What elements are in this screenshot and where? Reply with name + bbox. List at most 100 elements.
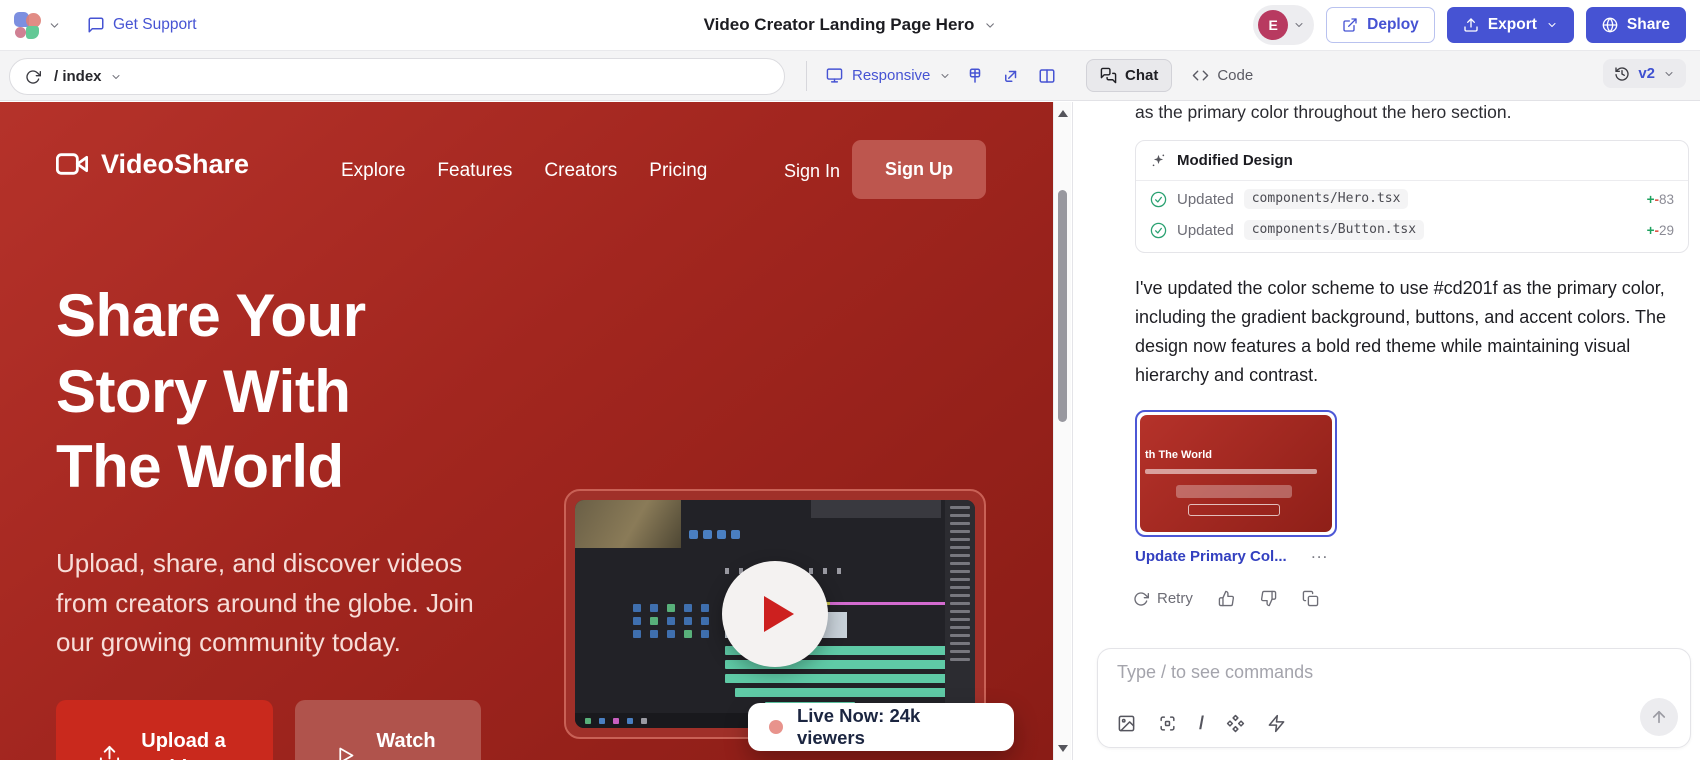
play-outline-icon [335, 745, 356, 760]
topbar-actions: E Deploy Export [1253, 5, 1686, 45]
export-button[interactable]: Export [1447, 7, 1574, 43]
lightning-icon[interactable] [1267, 714, 1286, 733]
tab-chat[interactable]: Chat [1086, 59, 1172, 92]
panel-tabs: Chat Code [1086, 51, 1253, 100]
thumbs-down-button[interactable] [1260, 590, 1277, 607]
get-support-label: Get Support [113, 16, 197, 34]
sign-in-link[interactable]: Sign In [784, 161, 840, 182]
get-support-button[interactable]: Get Support [87, 16, 197, 34]
video-camera-icon [56, 148, 88, 180]
retry-icon [1133, 591, 1149, 607]
live-dot-icon [769, 720, 783, 734]
url-bar[interactable]: / index [9, 58, 785, 95]
attach-image-icon[interactable] [1117, 714, 1136, 733]
live-now-label: Live Now: 24k viewers [797, 705, 993, 749]
share-label: Share [1627, 16, 1670, 34]
thumbnail-mini-headline: th The World [1145, 449, 1212, 461]
hero-nav-creators[interactable]: Creators [544, 160, 617, 182]
version-thumbnail-preview: th The World [1140, 415, 1332, 532]
play-button[interactable] [722, 561, 828, 667]
sign-up-label: Sign Up [885, 159, 953, 180]
modified-design-card: Modified Design Updated components/Hero.… [1135, 140, 1689, 253]
send-button[interactable] [1640, 698, 1678, 736]
top-bar: Get Support Video Creator Landing Page H… [0, 0, 1700, 50]
diff-count: +-83 [1647, 192, 1674, 207]
workspace-switcher[interactable] [14, 12, 61, 39]
version-selector[interactable]: v2 [1603, 59, 1686, 88]
route-selector[interactable]: / index [54, 68, 122, 85]
sign-up-button[interactable]: Sign Up [852, 140, 986, 199]
deploy-button[interactable]: Deploy [1326, 7, 1435, 43]
open-in-new-tab-icon[interactable] [1002, 67, 1020, 85]
code-icon [1192, 67, 1209, 84]
assistant-message: I've updated the color scheme to use #cd… [1135, 274, 1695, 391]
hero-nav-features[interactable]: Features [437, 160, 512, 182]
watch-now-button[interactable]: Watch Now [295, 700, 481, 760]
chevron-down-icon [110, 71, 122, 83]
upload-video-label: Upload a Video [136, 728, 232, 760]
share-button[interactable]: Share [1586, 7, 1686, 43]
previous-message-tail: as the primary color throughout the hero… [1135, 102, 1511, 123]
chat-composer[interactable]: / [1097, 648, 1691, 748]
device-mode-selector[interactable]: Responsive [826, 51, 951, 100]
split-view-icon[interactable] [1038, 67, 1056, 85]
toolbar-icon-group [966, 51, 1056, 100]
scrollbar-thumb[interactable] [1058, 190, 1067, 422]
composer-toolbar: / [1117, 713, 1286, 734]
copy-icon [1302, 590, 1319, 607]
hero-headline: Share Your Story With The World [56, 278, 366, 505]
hero-video-card [564, 489, 986, 739]
scroll-up-arrow-icon[interactable] [1058, 110, 1068, 117]
chevron-down-icon [48, 19, 61, 32]
scroll-down-arrow-icon[interactable] [1058, 745, 1068, 752]
modified-design-title: Modified Design [1177, 152, 1293, 169]
hero-brand-name: VideoShare [101, 149, 249, 180]
preview-toolbar: / index Responsive [0, 50, 1700, 101]
preview-scrollbar[interactable] [1053, 102, 1071, 760]
file-action: Updated [1177, 191, 1234, 208]
account-menu[interactable]: E [1253, 5, 1314, 45]
monitor-icon [826, 67, 843, 84]
chat-input[interactable] [1117, 662, 1597, 683]
arrow-up-icon [1650, 708, 1668, 726]
copy-button[interactable] [1302, 590, 1319, 607]
play-icon [764, 596, 794, 632]
chevron-down-icon [1293, 19, 1305, 31]
chat-tab-label: Chat [1125, 67, 1158, 84]
thumbs-up-icon [1218, 590, 1235, 607]
select-region-icon[interactable] [1158, 714, 1177, 733]
hero-brand[interactable]: VideoShare [56, 148, 249, 180]
component-inspector-icon[interactable] [966, 67, 984, 85]
chevron-down-icon [1663, 68, 1675, 80]
project-title-menu[interactable]: Video Creator Landing Page Hero [704, 15, 997, 35]
export-label: Export [1488, 16, 1537, 34]
file-change-row[interactable]: Updated components/Hero.tsx +-83 [1136, 181, 1688, 218]
tab-code[interactable]: Code [1192, 67, 1253, 84]
chat-bubbles-icon [1100, 67, 1117, 84]
file-change-row[interactable]: Updated components/Button.tsx +-29 [1136, 218, 1688, 252]
retry-button[interactable]: Retry [1133, 590, 1193, 607]
version-thumbnail-label[interactable]: Update Primary Col... [1135, 548, 1287, 565]
live-now-badge: Live Now: 24k viewers [748, 703, 1014, 751]
check-circle-icon [1150, 191, 1167, 208]
message-actions: Retry [1133, 590, 1319, 607]
integrations-icon[interactable] [1226, 714, 1245, 733]
upload-video-button[interactable]: Upload a Video [56, 700, 273, 760]
code-tab-label: Code [1217, 67, 1253, 84]
slash-command-icon[interactable]: / [1199, 713, 1204, 734]
page-title: Video Creator Landing Page Hero [704, 15, 975, 35]
more-options-icon[interactable]: ... [1311, 543, 1328, 563]
globe-icon [1602, 17, 1618, 33]
device-mode-label: Responsive [852, 67, 930, 84]
diff-count: +-29 [1647, 223, 1674, 238]
toolbar-divider [806, 61, 807, 91]
version-thumbnail[interactable]: th The World [1135, 410, 1337, 537]
route-path: / index [54, 68, 102, 85]
deploy-label: Deploy [1367, 16, 1419, 34]
refresh-icon[interactable] [25, 69, 41, 85]
thumbs-up-button[interactable] [1218, 590, 1235, 607]
hero-nav-explore[interactable]: Explore [341, 160, 405, 182]
chevron-down-icon [939, 70, 951, 82]
hero-nav: Explore Features Creators Pricing [341, 160, 707, 182]
hero-nav-pricing[interactable]: Pricing [649, 160, 707, 182]
